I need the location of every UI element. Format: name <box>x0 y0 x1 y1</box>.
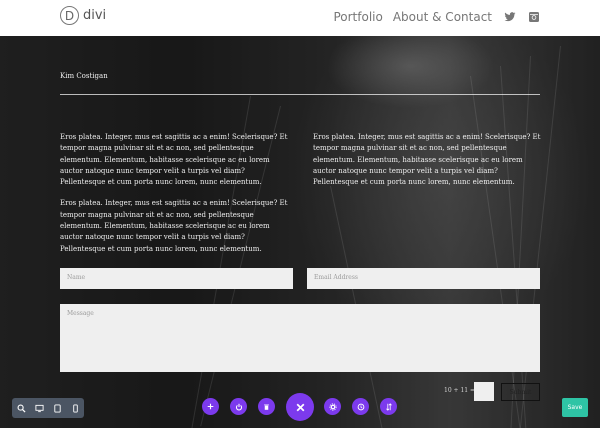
logo-mark: D <box>60 6 79 25</box>
instagram-icon[interactable] <box>528 11 540 23</box>
desktop-icon[interactable] <box>32 401 46 415</box>
portability-icon[interactable] <box>380 398 397 415</box>
text-column-left: Eros platea. Integer, mus est sagittis a… <box>60 132 290 265</box>
nav-about-contact[interactable]: About & Contact <box>393 10 492 24</box>
add-icon[interactable] <box>202 398 219 415</box>
message-field[interactable]: Message <box>60 304 540 372</box>
paragraph: Eros platea. Integer, mus est sagittis a… <box>60 199 288 253</box>
captcha-input[interactable] <box>474 382 494 401</box>
close-icon[interactable] <box>286 393 314 421</box>
trash-icon[interactable] <box>258 398 275 415</box>
email-field[interactable]: Email Address <box>307 268 540 289</box>
settings-icon[interactable] <box>324 398 341 415</box>
captcha-question: 10 + 11 = <box>444 387 476 394</box>
nav-portfolio[interactable]: Portfolio <box>333 10 382 24</box>
author-name: Kim Costigan <box>60 72 108 80</box>
history-icon[interactable] <box>352 398 369 415</box>
save-button[interactable]: Save <box>562 398 588 417</box>
site-logo[interactable]: D divi <box>60 6 106 25</box>
site-header: D divi Portfolio About & Contact <box>0 0 600 36</box>
logo-text: divi <box>83 8 107 23</box>
paragraph: Eros platea. Integer, mus est sagittis a… <box>313 133 541 187</box>
divider <box>60 94 540 95</box>
twitter-icon[interactable] <box>504 11 516 23</box>
tablet-icon[interactable] <box>50 401 64 415</box>
submit-button[interactable]: Submit <box>501 383 540 401</box>
paragraph: Eros platea. Integer, mus est sagittis a… <box>60 133 288 187</box>
phone-icon[interactable] <box>68 401 82 415</box>
power-icon[interactable] <box>230 398 247 415</box>
zoom-icon[interactable] <box>14 401 28 415</box>
name-field[interactable]: Name <box>60 268 293 289</box>
view-mode-switcher <box>12 398 84 418</box>
text-column-right: Eros platea. Integer, mus est sagittis a… <box>313 132 543 198</box>
page-content: Kim Costigan Eros platea. Integer, mus e… <box>0 36 600 428</box>
main-nav: Portfolio About & Contact <box>323 10 540 24</box>
